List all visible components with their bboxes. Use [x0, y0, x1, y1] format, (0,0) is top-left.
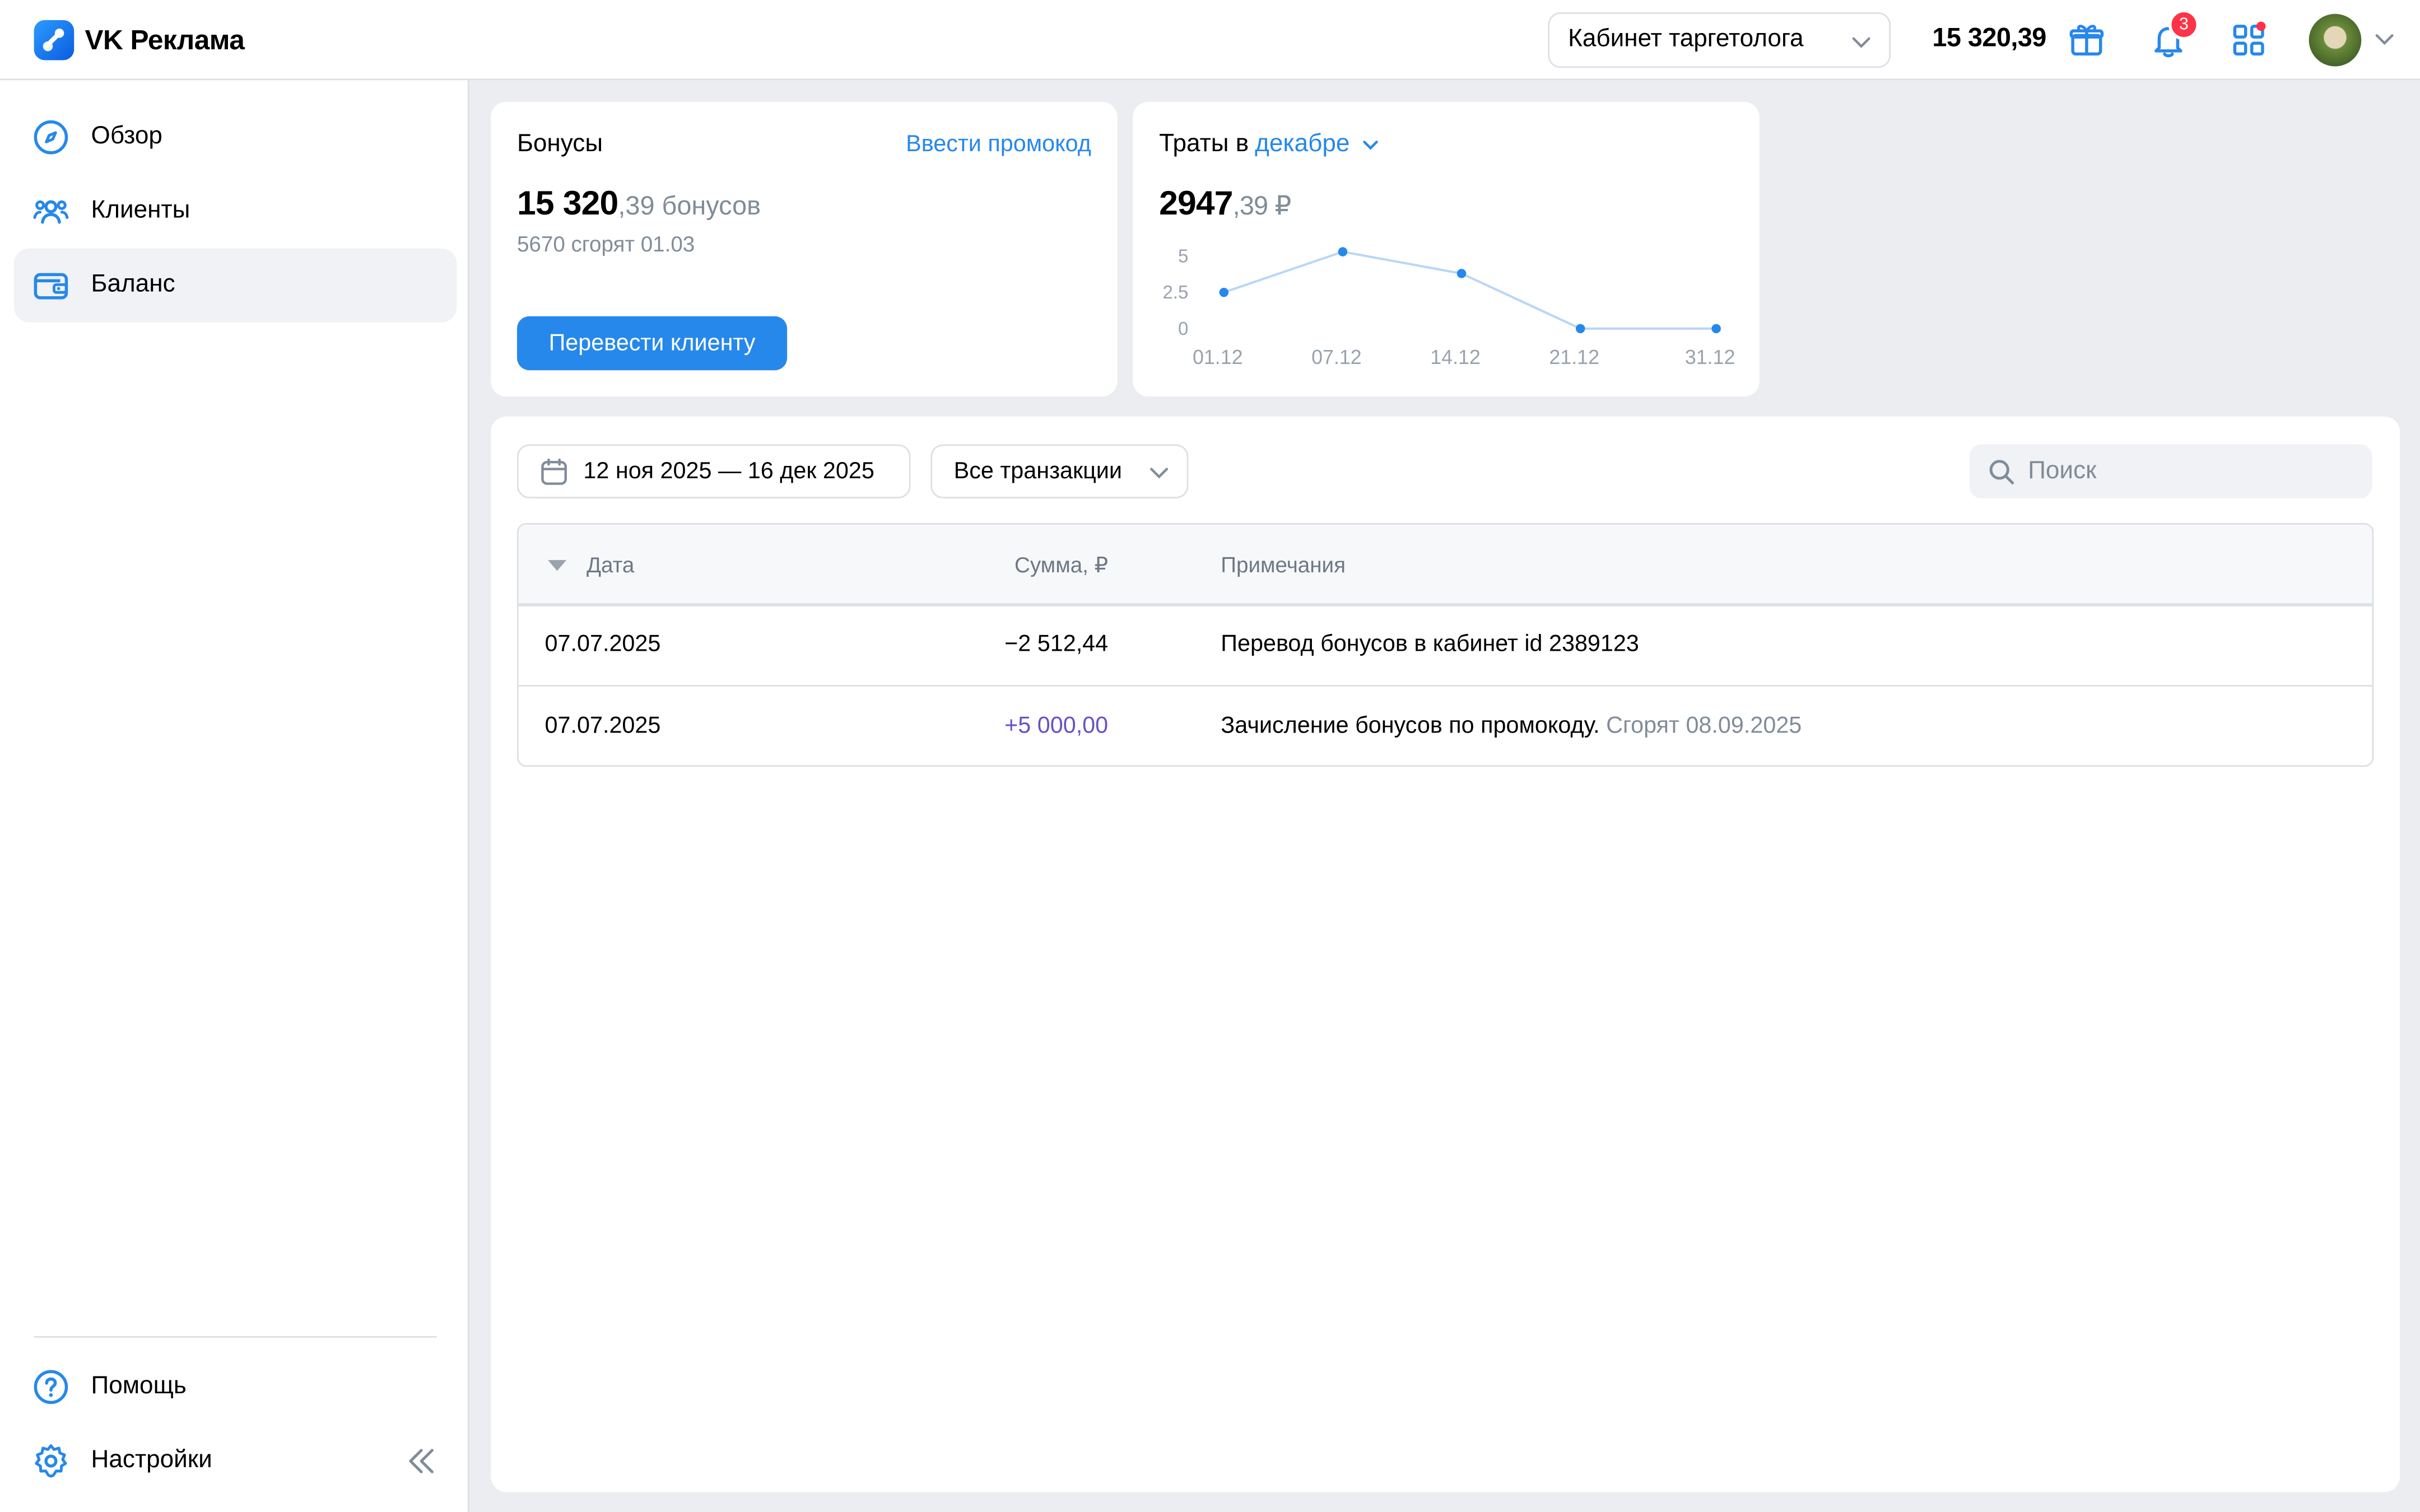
data-point[interactable] — [1338, 247, 1348, 256]
gear-icon — [35, 1444, 67, 1478]
compass-icon — [34, 120, 68, 155]
users-icon — [33, 200, 69, 224]
cabinet-select[interactable]: Кабинет таргетолога — [1548, 12, 1891, 68]
x-tick-label: 14.12 — [1430, 346, 1481, 368]
chevron-down-icon[interactable] — [2374, 28, 2395, 50]
sidebar-item-overview[interactable]: Обзор — [14, 100, 457, 174]
column-header-notes: Примечания — [1221, 552, 1346, 577]
x-tick-label: 07.12 — [1311, 346, 1362, 368]
x-tick-label: 31.12 — [1685, 346, 1735, 368]
app-logo[interactable]: VK Реклама — [34, 20, 245, 60]
sidebar-item-label: Помощь — [91, 1373, 187, 1399]
sidebar-item-label: Клиенты — [91, 197, 190, 224]
y-tick-label: 5 — [1178, 246, 1188, 267]
cell-note: Перевод бонусов в кабинет id 2389123 — [1221, 631, 1639, 657]
sidebar-item-label: Обзор — [91, 123, 162, 150]
help-icon — [34, 1370, 68, 1404]
x-tick-label: 21.12 — [1549, 346, 1599, 368]
transactions-table: Дата Сумма, ₽ Примечания 07.07.2025 −2 5… — [516, 522, 2374, 767]
date-range-picker[interactable]: 12 ноя 2025 — 16 дек 2025 — [516, 444, 911, 498]
sidebar-item-settings[interactable]: Настройки — [14, 1424, 457, 1498]
transaction-type-select[interactable]: Все транзакции — [930, 444, 1189, 498]
cell-note-text: Зачисление бонусов по промокоду. — [1221, 712, 1600, 739]
cell-date: 07.07.2025 — [544, 631, 661, 657]
cell-note: Зачисление бонусов по промокоду. Сгорят … — [1221, 713, 1802, 739]
series-line — [1223, 250, 1716, 330]
table-row[interactable]: 07.07.2025 +5 000,00 Зачисление бонусов … — [519, 687, 2372, 766]
data-point[interactable] — [1219, 287, 1229, 297]
sidebar-item-balance[interactable]: Баланс — [13, 248, 457, 323]
sidebar-item-label: Баланс — [91, 271, 175, 298]
column-header-sum[interactable]: Сумма, ₽ — [1014, 552, 1108, 578]
app-name: VK Реклама — [85, 24, 245, 55]
collapse-sidebar-icon[interactable] — [404, 1444, 439, 1478]
column-header-date[interactable]: Дата — [546, 552, 634, 577]
data-point[interactable] — [1575, 324, 1585, 334]
sidebar-item-clients[interactable]: Клиенты — [14, 174, 457, 248]
cell-sum: +5 000,00 — [1004, 712, 1109, 739]
cell-date: 07.07.2025 — [544, 712, 661, 739]
row-divider — [518, 605, 2372, 606]
header-balance[interactable]: 15 320,39 — [1932, 23, 2046, 54]
x-tick-label: 01.12 — [1193, 346, 1243, 368]
enter-promocode-link[interactable]: Ввести промокод — [906, 131, 1091, 157]
transactions-panel: 12 ноя 2025 — 16 дек 2025 Все транзакции… — [491, 416, 2400, 1492]
gift-icon[interactable] — [2067, 20, 2107, 60]
chevron-down-icon — [1852, 37, 1870, 48]
data-point[interactable] — [1456, 269, 1467, 278]
vk-ads-logo-icon — [34, 20, 75, 60]
transaction-type-label: Все транзакции — [953, 458, 1122, 485]
cell-note-expire: Сгорят 08.09.2025 — [1599, 712, 1802, 739]
search-icon — [1989, 459, 2014, 484]
bonus-amount: 15 320,39 бонусов — [517, 184, 761, 224]
top-header: VK Реклама Кабинет таргетолога 15 320,39… — [0, 0, 2420, 81]
avatar[interactable] — [2309, 13, 2362, 67]
data-point[interactable] — [1711, 324, 1721, 334]
spending-line-chart: 0 2.5 5 01.12 07.12 14.12 21.12 31.12 — [1162, 246, 1735, 368]
search-box[interactable] — [1969, 444, 2372, 498]
date-range-label: 12 ноя 2025 — 16 дек 2025 — [583, 458, 874, 485]
bonus-amount-main: 15 320 — [516, 183, 618, 222]
bonus-expire-note: 5670 сгорят 01.03 — [516, 231, 695, 256]
table-row[interactable]: 07.07.2025 −2 512,44 Перевод бонусов в к… — [519, 605, 2372, 685]
cabinet-select-label: Кабинет таргетолога — [1568, 26, 1804, 53]
apps-grid-icon[interactable] — [2228, 20, 2269, 60]
sidebar-divider — [34, 1336, 437, 1338]
bonus-card-title: Бонусы — [516, 131, 603, 158]
y-tick-label: 2.5 — [1162, 282, 1188, 303]
search-input[interactable] — [2028, 457, 2352, 486]
notifications-badge: 3 — [2168, 9, 2200, 40]
sidebar-item-label: Настройки — [91, 1447, 212, 1474]
app-canvas: VK Реклама Кабинет таргетолога 15 320,39… — [0, 0, 2420, 1512]
y-tick-label: 0 — [1178, 319, 1188, 339]
transfer-to-client-button[interactable]: Перевести клиенту — [516, 316, 788, 371]
spending-card: Траты в декабре 2947,39 ₽ 0 2.5 5 01.12 07.1… — [1133, 101, 1760, 397]
sidebar: Обзор Клиенты Баланс Помощь Настройки — [0, 80, 469, 1512]
sort-desc-icon — [548, 560, 567, 571]
column-header-date-label: Дата — [586, 552, 635, 577]
chevron-down-icon — [1150, 468, 1169, 479]
table-header: Дата Сумма, ₽ Примечания — [518, 524, 2372, 605]
sidebar-item-help[interactable]: Помощь — [14, 1350, 457, 1424]
bonus-card: Бонусы Ввести промокод 15 320,39 бонусов… — [491, 101, 1118, 397]
cell-note-text: Перевод бонусов в кабинет id 2389123 — [1221, 631, 1639, 657]
calendar-icon — [541, 458, 567, 484]
wallet-icon — [34, 273, 68, 300]
cell-sum: −2 512,44 — [1004, 631, 1109, 657]
bonus-amount-suffix: ,39 бонусов — [618, 191, 761, 221]
